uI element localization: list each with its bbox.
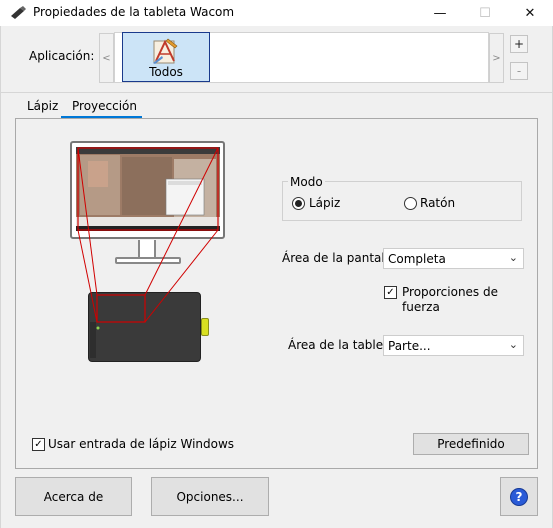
force-proportions-label[interactable]: Proporciones de fuerza [402,285,512,315]
screen-area-select[interactable]: Completa ⌄ [383,248,524,269]
mode-group-title: Modo [288,175,325,189]
screen-area-value: Completa [388,251,446,266]
force-proportions-checkbox[interactable]: ✓ [384,286,397,299]
radio-selected-dot [295,200,302,207]
tablet-area-value: Parte... [388,338,431,353]
mode-pen-label[interactable]: Lápiz [309,196,340,210]
mode-mouse-radio[interactable] [404,197,417,210]
mode-pen-radio[interactable] [292,197,305,210]
about-button[interactable]: Acerca de [15,477,132,516]
chevron-down-icon: ⌄ [508,251,518,264]
options-button[interactable]: Opciones... [151,477,269,516]
screen-area-label: Área de la pantalla: [282,251,400,265]
tablet-area-select[interactable]: Parte... ⌄ [383,335,524,356]
mode-mouse-label[interactable]: Ratón [420,196,455,210]
default-button[interactable]: Predefinido [413,433,529,455]
help-icon: ? [510,487,528,506]
chevron-down-icon: ⌄ [508,338,518,351]
help-button[interactable]: ? [500,477,538,516]
windows-ink-checkbox[interactable]: ✓ [32,438,45,451]
windows-ink-label[interactable]: Usar entrada de lápiz Windows [48,437,234,451]
